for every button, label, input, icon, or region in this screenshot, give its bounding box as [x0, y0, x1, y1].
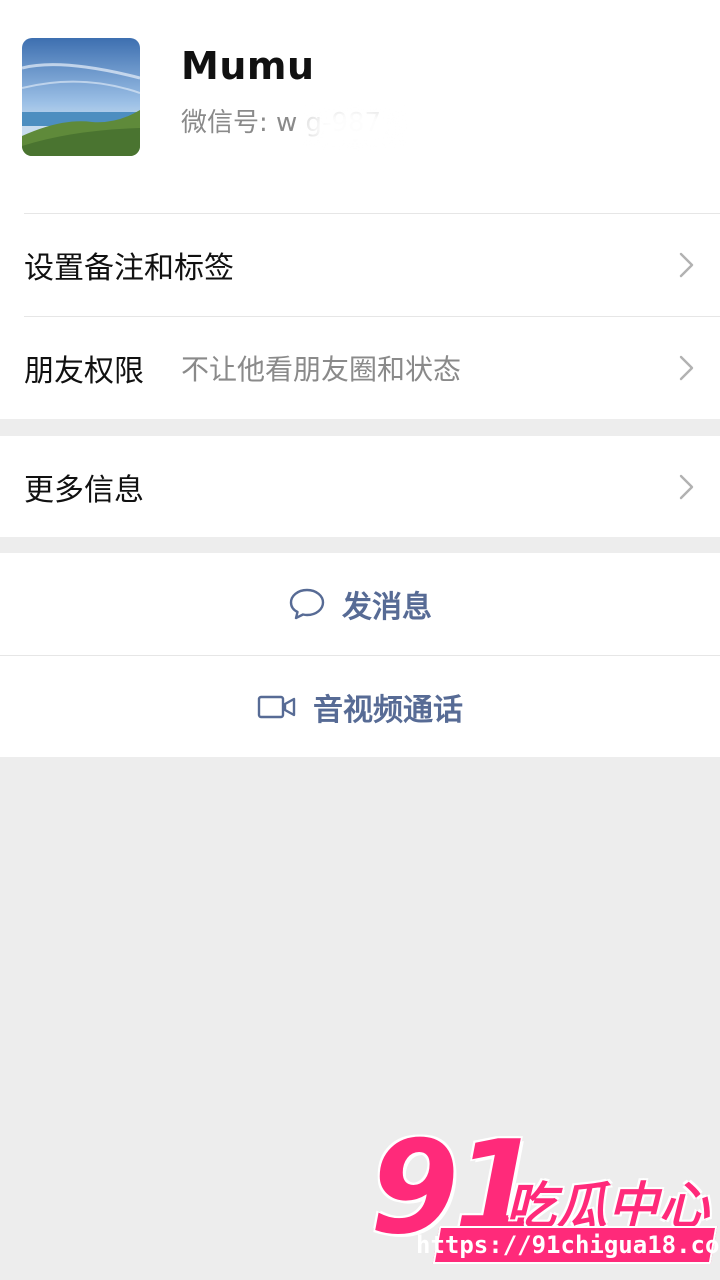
row-value: 不让他看朋友圈和状态	[181, 352, 462, 386]
site-watermark: 91 吃瓜中心 https://91chigua18.com	[370, 1114, 720, 1270]
row-label: 更多信息	[24, 472, 144, 508]
chevron-right-icon	[679, 474, 694, 499]
row-remarks-and-tags[interactable]: 设置备注和标签	[0, 213, 720, 316]
avatar[interactable]	[22, 38, 140, 156]
send-message-button[interactable]: 发消息	[0, 553, 720, 655]
wechat-id-row: 微信号: w g-987	[181, 102, 411, 150]
row-more-info[interactable]: 更多信息	[0, 436, 720, 537]
redaction-blur	[300, 106, 411, 150]
video-camera-icon	[257, 695, 296, 719]
watermark-url: https://91chigua18.com	[416, 1226, 720, 1264]
av-call-button[interactable]: 音视频通话	[0, 656, 720, 758]
action-buttons: 发消息 音视频通话	[0, 553, 720, 757]
nickname: Mumu	[181, 44, 315, 88]
contact-settings-group: 设置备注和标签 朋友权限 不让他看朋友圈和状态	[0, 213, 720, 419]
wechat-id-label: 微信号:	[181, 108, 277, 138]
chat-bubble-icon	[289, 588, 325, 620]
row-friend-permissions[interactable]: 朋友权限 不让他看朋友圈和状态	[0, 316, 720, 419]
row-label: 朋友权限	[24, 353, 144, 389]
divider	[24, 316, 720, 317]
send-message-label: 发消息	[342, 590, 432, 625]
profile-header: Mumu 微信号: w g-987	[0, 0, 720, 213]
wechat-id-value: w g-987	[276, 106, 411, 150]
chevron-right-icon	[679, 252, 694, 277]
avatar-landscape-image	[22, 38, 140, 156]
more-info-group: 更多信息	[0, 436, 720, 537]
divider	[24, 213, 720, 214]
av-call-label: 音视频通话	[313, 693, 463, 728]
watermark-url-text: https://91chigua18.com	[416, 1231, 720, 1259]
contact-profile-page: Mumu 微信号: w g-987 设置备注和标签 朋友权限 不让他看朋友圈和状…	[0, 0, 720, 1280]
row-label: 设置备注和标签	[24, 250, 234, 286]
chevron-right-icon	[679, 355, 694, 380]
